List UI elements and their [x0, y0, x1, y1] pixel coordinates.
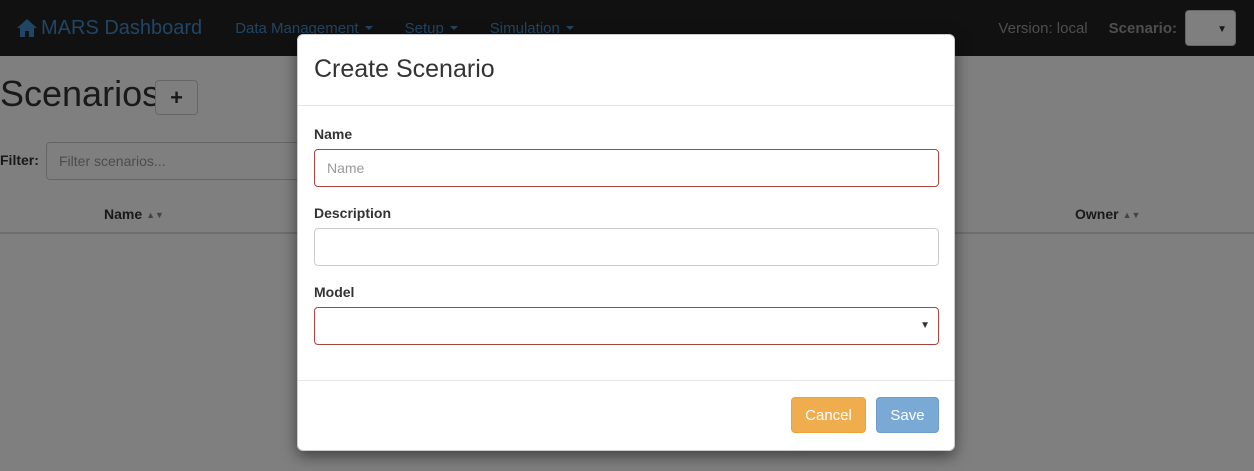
create-scenario-modal: Create Scenario Name Description Model ▼… [297, 34, 955, 451]
modal-title: Create Scenario [314, 54, 495, 83]
cancel-button[interactable]: Cancel [791, 397, 866, 433]
description-label: Description [314, 205, 392, 221]
caret-down-icon: ▼ [920, 320, 930, 331]
modal-footer: Cancel Save [298, 380, 954, 450]
save-button[interactable]: Save [876, 397, 939, 433]
description-input[interactable] [314, 228, 939, 266]
modal-header: Create Scenario [298, 35, 954, 106]
model-select[interactable]: ▼ [314, 307, 939, 345]
model-group: Model ▼ [314, 266, 939, 345]
model-label: Model [314, 284, 355, 300]
description-group: Description [314, 187, 939, 266]
name-group: Name [314, 106, 939, 187]
name-label: Name [314, 126, 353, 142]
modal-body: Name Description Model ▼ [298, 106, 954, 345]
name-input[interactable] [314, 149, 939, 187]
